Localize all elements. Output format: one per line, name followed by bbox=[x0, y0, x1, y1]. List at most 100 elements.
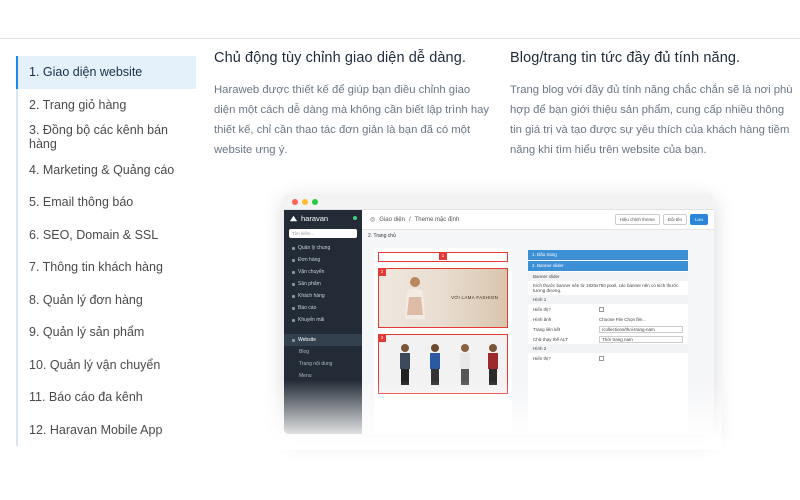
preview-theme-button[interactable]: Hiệu chỉnh theme bbox=[614, 214, 660, 225]
feature-customize-title: Chủ động tùy chỉnh giao diện dễ dàng. bbox=[214, 50, 467, 66]
globe-icon bbox=[292, 338, 295, 342]
block-number: 1 bbox=[439, 252, 447, 260]
feature-customize: Chủ động tùy chỉnh giao diện dễ dàng. Ha… bbox=[214, 50, 494, 160]
menu-item-bao-cao[interactable]: 11. Báo cáo đa kênh bbox=[16, 381, 196, 414]
section-header-banner[interactable]: 2. Banner slider bbox=[528, 261, 688, 271]
sidebar-item-label: Website bbox=[298, 337, 316, 343]
model-image-icon bbox=[460, 344, 470, 385]
menu-item-dong-bo[interactable]: 3. Đồng bộ các kênh bán hàng bbox=[16, 121, 196, 154]
sidebar-item-website[interactable]: Website bbox=[284, 334, 362, 346]
collection-block[interactable]: 3 bbox=[378, 334, 508, 394]
settings-panel: 1. Đầu trang 2. Banner slider Banner sli… bbox=[528, 250, 688, 434]
field-label: Trang liên kết bbox=[533, 326, 561, 332]
tag-icon bbox=[292, 282, 295, 286]
banner-block[interactable]: 2 VỚI LAMA FASHION bbox=[378, 268, 508, 328]
field-label: Hiển thị? bbox=[533, 306, 551, 312]
breadcrumb: ◎ Giao diện / Theme mặc định Hiệu chỉnh … bbox=[362, 210, 714, 230]
show-checkbox[interactable] bbox=[599, 306, 604, 312]
header-block[interactable]: 1 bbox=[378, 252, 508, 262]
section-header-top[interactable]: 1. Đầu trang bbox=[528, 250, 688, 260]
sidebar-subitem-pages[interactable]: Trang nội dung bbox=[284, 358, 362, 370]
menu-item-email[interactable]: 5. Email thông báo bbox=[16, 186, 196, 219]
haravan-logo-icon bbox=[289, 215, 298, 221]
panel-description: Kích thước banner nên từ 1920x750 pixel,… bbox=[533, 283, 679, 293]
menu-item-mobile-app[interactable]: 12. Haravan Mobile App bbox=[16, 413, 196, 446]
minimize-dot-icon bbox=[302, 198, 308, 205]
block-number: 3 bbox=[378, 334, 386, 342]
sidebar-search-input[interactable]: Tìm kiếm... bbox=[289, 229, 357, 238]
sidebar-item-label: Sản phẩm bbox=[298, 281, 321, 287]
sidebar-item-promotions[interactable]: Khuyến mãi bbox=[284, 314, 362, 326]
save-button[interactable]: Lưu bbox=[689, 214, 708, 225]
haravan-logo: haravan bbox=[284, 210, 362, 226]
sidebar-item-products[interactable]: Sản phẩm bbox=[284, 278, 362, 290]
cart-icon bbox=[292, 258, 295, 262]
panel-subtitle: Banner slider bbox=[528, 272, 688, 281]
field-label: Hình ảnh bbox=[533, 316, 552, 322]
field-label: Chữ thay thế ALT bbox=[533, 336, 568, 342]
show-toggle-row: Hiển thị? bbox=[528, 353, 688, 363]
feature-blog: Blog/trang tin tức đầy đủ tính năng. Tra… bbox=[510, 50, 795, 160]
block-number: 2 bbox=[378, 268, 386, 276]
menu-item-marketing[interactable]: 4. Marketing & Quảng cáo bbox=[16, 153, 196, 186]
menu-item-gio-hang[interactable]: 2. Trang giỏ hàng bbox=[16, 88, 196, 121]
user-icon bbox=[292, 294, 295, 298]
sidebar-item-label: Quản lý chung bbox=[298, 245, 331, 251]
menu-item-van-chuyen[interactable]: 10. Quản lý vận chuyển bbox=[16, 348, 196, 381]
sidebar-item-label: Khuyến mãi bbox=[298, 317, 325, 323]
banner-text: VỚI LAMA FASHION bbox=[451, 295, 499, 300]
menu-item-san-pham[interactable]: 9. Quản lý sản phẩm bbox=[16, 316, 196, 349]
image-upload-row: Hình ảnh Choose File Chọn file... bbox=[528, 314, 688, 324]
logo-text: haravan bbox=[301, 213, 329, 223]
model-image-icon bbox=[405, 277, 425, 319]
sidebar-subitem-menu[interactable]: Menu bbox=[284, 370, 362, 382]
top-divider bbox=[0, 38, 800, 39]
sidebar-item-label: Khách hàng bbox=[298, 293, 325, 299]
status-dot-icon bbox=[353, 216, 357, 220]
menu-item-giao-dien[interactable]: 1. Giao diện website bbox=[16, 56, 196, 89]
admin-sidebar: haravan Tìm kiếm... Quản lý chung Đơn hà… bbox=[284, 210, 362, 434]
admin-preview: haravan Tìm kiếm... Quản lý chung Đơn hà… bbox=[262, 180, 722, 450]
sidebar-subitem-blog[interactable]: Blog bbox=[284, 346, 362, 358]
sidebar-item-shipping[interactable]: Vận chuyển bbox=[284, 266, 362, 278]
show-checkbox[interactable] bbox=[599, 355, 604, 361]
truck-icon bbox=[292, 270, 295, 274]
image-group-label: Hình 2 bbox=[528, 344, 688, 353]
maximize-dot-icon bbox=[312, 198, 318, 205]
sidebar-item-label: Báo cáo bbox=[298, 305, 317, 311]
feature-blog-body: Trang blog với đầy đủ tính năng chắc chắ… bbox=[510, 84, 793, 156]
link-row: Trang liên kết /collections/thoi-trang-n… bbox=[528, 324, 688, 334]
breadcrumb-parent[interactable]: Giao diện bbox=[379, 217, 405, 223]
sidebar-item-orders[interactable]: Đơn hàng bbox=[284, 254, 362, 266]
window-body: haravan Tìm kiếm... Quản lý chung Đơn hà… bbox=[284, 210, 714, 434]
rename-button[interactable]: Đổi tên bbox=[662, 214, 687, 225]
alt-input[interactable]: Thời trang nam bbox=[599, 335, 683, 343]
gift-icon bbox=[292, 318, 295, 322]
menu-item-khach-hang[interactable]: 7. Thông tin khách hàng bbox=[16, 251, 196, 284]
model-image-icon bbox=[400, 344, 410, 385]
chart-icon bbox=[292, 306, 295, 310]
field-label: Hiển thị? bbox=[533, 355, 551, 361]
sidebar-item-label: Đơn hàng bbox=[298, 257, 321, 263]
home-icon bbox=[292, 246, 295, 250]
feature-customize-body: Haraweb được thiết kế để giúp bạn điều c… bbox=[214, 84, 490, 156]
menu-item-seo[interactable]: 6. SEO, Domain & SSL bbox=[16, 218, 196, 251]
close-dot-icon bbox=[292, 198, 298, 205]
show-toggle-row: Hiển thị? bbox=[528, 304, 688, 314]
sidebar-item-overview[interactable]: Quản lý chung bbox=[284, 242, 362, 254]
file-chooser[interactable]: Choose File Chọn file... bbox=[599, 317, 646, 322]
link-input[interactable]: /collections/thoi-trang-nam bbox=[599, 325, 683, 333]
admin-content: ◎ Giao diện / Theme mặc định Hiệu chỉnh … bbox=[362, 210, 714, 434]
preview-window: haravan Tìm kiếm... Quản lý chung Đơn hà… bbox=[284, 194, 714, 434]
section-title: 2. Trang chủ bbox=[368, 233, 396, 239]
model-image-icon bbox=[430, 344, 440, 385]
model-image-icon bbox=[488, 344, 498, 385]
sidebar-item-reports[interactable]: Báo cáo bbox=[284, 302, 362, 314]
menu-item-don-hang[interactable]: 8. Quản lý đơn hàng bbox=[16, 283, 196, 316]
feature-blog-title: Blog/trang tin tức đầy đủ tính năng. bbox=[510, 50, 741, 66]
alt-row: Chữ thay thế ALT Thời trang nam bbox=[528, 334, 688, 344]
sidebar-item-label: Vận chuyển bbox=[298, 269, 325, 275]
window-titlebar bbox=[284, 194, 714, 210]
sidebar-item-customers[interactable]: Khách hàng bbox=[284, 290, 362, 302]
theme-icon: ◎ bbox=[370, 217, 376, 223]
